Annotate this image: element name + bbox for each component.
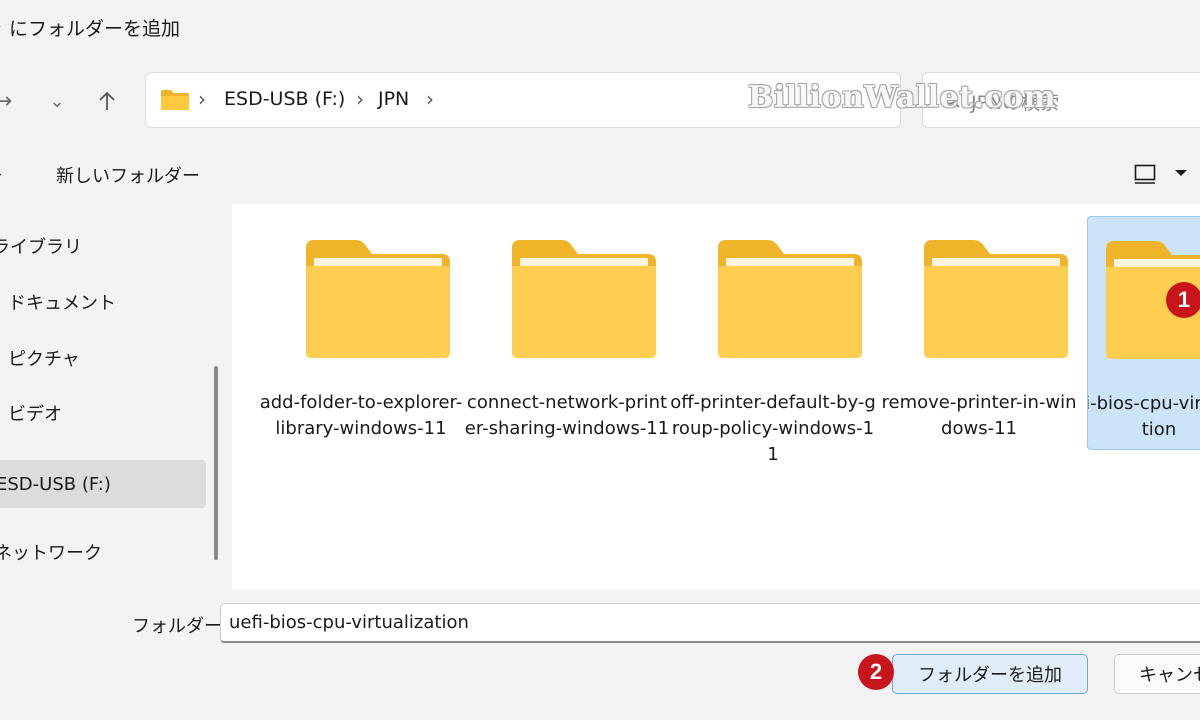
cancel-button[interactable]: キャンセル: [1114, 654, 1200, 694]
organize-chevron-icon[interactable]: ⌄: [0, 162, 5, 183]
sidebar-item-libraries[interactable]: ライブラリ: [0, 222, 202, 270]
sidebar-item-esd-usb[interactable]: ESD-USB (F:): [0, 460, 206, 508]
folder-tile-selected[interactable]: uefi-bios-cpu-virtualization: [1087, 216, 1200, 450]
folder-name: add-folder-to-explorer-library-windows-1…: [259, 392, 463, 439]
folder-name-input[interactable]: [220, 603, 1200, 643]
new-folder-button[interactable]: 新しいフォルダー: [56, 162, 200, 188]
folder-field-label: フォルダー:: [132, 616, 229, 637]
folder-name: off-printer-default-by-group-policy-wind…: [670, 392, 876, 465]
folder-tile[interactable]: add-folder-to-explorer-library-windows-1…: [258, 216, 464, 450]
view-layout-icon[interactable]: [1134, 164, 1156, 184]
sidebar-item-network[interactable]: ネットワーク: [0, 528, 204, 576]
watermark: BillionWallet.com: [748, 80, 1056, 115]
breadcrumb-esd-usb[interactable]: ESD-USB (F:): [224, 88, 345, 110]
folder-name: uefi-bios-cpu-virtualization: [1087, 393, 1200, 440]
folder-icon: [512, 240, 656, 358]
breadcrumb-jpn[interactable]: JPN: [378, 88, 409, 110]
folder-icon: [161, 90, 189, 110]
folder-icon: [306, 240, 450, 358]
recent-locations-chevron-icon[interactable]: ⌄: [40, 84, 74, 118]
chevron-right-icon[interactable]: ›: [198, 87, 206, 111]
folder-icon: [924, 240, 1068, 358]
folder-tile[interactable]: connect-network-printer-sharing-windows-…: [464, 216, 670, 450]
folder-name: remove-printer-in-windows-11: [881, 392, 1077, 439]
view-dropdown-icon[interactable]: [1174, 168, 1188, 178]
folder-icon: [718, 240, 862, 358]
folder-tile[interactable]: remove-printer-in-windows-11: [876, 216, 1082, 450]
step-1-badge: 1: [1166, 282, 1200, 318]
up-arrow-icon[interactable]: [90, 84, 124, 118]
window-title: ャ にフォルダーを追加: [0, 18, 181, 40]
sidebar-item-pictures[interactable]: ピクチャ: [8, 334, 218, 382]
add-folder-button[interactable]: フォルダーを追加: [892, 654, 1088, 694]
chevron-right-icon[interactable]: ›: [356, 87, 364, 111]
sidebar-item-videos[interactable]: ビデオ: [8, 389, 218, 437]
step-2-badge: 2: [858, 654, 894, 690]
folder-name: connect-network-printer-sharing-windows-…: [464, 392, 670, 439]
folder-view: add-folder-to-explorer-library-windows-1…: [232, 204, 1200, 590]
forward-arrow-icon[interactable]: →: [0, 84, 20, 118]
chevron-right-icon[interactable]: ›: [426, 87, 434, 111]
sidebar-scrollbar[interactable]: [214, 366, 218, 560]
folder-tile[interactable]: off-printer-default-by-group-policy-wind…: [670, 216, 876, 465]
sidebar-item-documents[interactable]: ドキュメント: [8, 278, 218, 326]
